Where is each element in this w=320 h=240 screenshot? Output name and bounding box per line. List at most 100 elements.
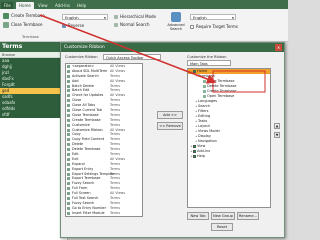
source-language-value: English <box>65 15 79 20</box>
command-label: Full Text Search <box>72 196 99 201</box>
command-icon <box>67 74 70 78</box>
command-icon <box>67 128 70 132</box>
termbase-group-label: Termbase <box>22 35 39 39</box>
command-icon <box>67 172 70 176</box>
tree-node-label: Navigation <box>198 139 217 143</box>
command-icon <box>67 104 70 108</box>
command-icon <box>67 143 70 147</box>
command-label: Full Form <box>72 186 88 191</box>
target-language-select[interactable]: English ▼ <box>190 14 236 20</box>
command-icon <box>203 84 206 88</box>
command-label: Check for Updates <box>72 93 104 98</box>
reverse-button[interactable]: Reverse <box>62 22 84 29</box>
reset-button[interactable]: Reset <box>211 223 233 231</box>
command-label: Delete Termbase <box>72 147 101 152</box>
command-label: Close Termbase <box>72 112 99 117</box>
normal-search-button[interactable]: Normal Search <box>114 21 150 28</box>
tabs-category-select[interactable]: Main Tabs <box>187 60 231 66</box>
tree-node-label: Delete Termbase <box>207 84 237 88</box>
tabs-category-value: Main Tabs <box>190 62 208 66</box>
ribbon: Create Termbase Close Termbase Termbase … <box>0 9 288 42</box>
command-label: Export Settings Template <box>72 171 115 176</box>
command-label: Batch Delete <box>72 83 94 88</box>
command-icon <box>67 138 70 142</box>
command-label: Create Termbase <box>72 117 101 122</box>
tab-home[interactable]: Home <box>16 2 34 9</box>
command-icon <box>67 187 70 191</box>
hierarchical-mode-button[interactable]: Hierarchical Mode <box>114 13 156 20</box>
ribbon-tree-node[interactable]: + Help <box>188 154 270 159</box>
close-termbase-button[interactable]: Close Termbase <box>3 21 42 28</box>
command-label: Close <box>72 98 82 103</box>
tab-visible-checkbox[interactable] <box>193 69 196 73</box>
advanced-search-label: Advanced Search <box>167 23 185 31</box>
tab-add-ins[interactable]: Add-Ins <box>52 2 73 9</box>
term-list-item[interactable]: sfdf <box>0 112 67 118</box>
commands-list[interactable]: <separator> All Views About SDL MultiTerm A… <box>65 63 143 217</box>
command-icon <box>67 206 70 210</box>
command-icon <box>203 79 206 83</box>
close-icon[interactable]: ✕ <box>275 44 282 51</box>
tab-view[interactable]: View <box>35 2 51 9</box>
remove-button[interactable]: << Remove <box>157 122 183 130</box>
command-icon <box>67 192 70 196</box>
command-icon <box>67 148 70 152</box>
command-icon <box>67 211 70 215</box>
command-icon <box>67 89 70 93</box>
tab-visible-checkbox[interactable] <box>193 149 196 153</box>
command-label: Copy <box>72 132 81 137</box>
source-language-select[interactable]: English ▼ <box>62 14 108 20</box>
command-group: Terms <box>110 210 120 215</box>
tree-node-label: Tasks <box>198 119 208 123</box>
ribbon-tree[interactable]: − Home −Termbase Close Termbase Delete Termb… <box>187 68 271 208</box>
tab-visible-checkbox[interactable] <box>193 144 196 148</box>
command-icon <box>67 65 70 68</box>
rename-button[interactable]: Rename... <box>237 212 259 220</box>
command-icon <box>67 94 70 98</box>
command-icon <box>67 84 70 88</box>
advanced-search-button[interactable]: Advanced Search <box>166 12 186 31</box>
new-tab-button[interactable]: New Tab <box>187 212 209 220</box>
new-group-button[interactable]: New Group <box>211 212 235 220</box>
reverse-label: Reverse <box>68 23 85 28</box>
command-label: Edit <box>72 152 79 157</box>
close-termbase-label: Close Termbase <box>11 22 43 27</box>
command-icon <box>67 79 70 83</box>
chevron-down-icon: ▼ <box>231 16 234 20</box>
command-label: Fuzzy Search <box>72 181 95 186</box>
move-down-button[interactable]: ▼ <box>274 132 280 138</box>
command-label: Export Termbase <box>72 176 101 181</box>
command-list-item[interactable]: Insert Filter Module Terms <box>66 211 142 216</box>
tree-node-label: Help <box>197 154 205 158</box>
command-icon <box>67 167 70 171</box>
command-icon <box>67 123 70 127</box>
command-label: Customize Ribbon <box>72 127 103 132</box>
tab-file[interactable]: File <box>1 2 13 9</box>
dialog-title: Customize Ribbon <box>64 45 105 50</box>
move-up-button[interactable]: ▲ <box>274 123 280 129</box>
tree-node-label: Languages <box>198 99 218 103</box>
terms-list: aaa dghjj jnzl dasFx Forgdt gsd sadfs sdaafx sdf… <box>0 58 67 118</box>
tree-node-label: Create Termbase <box>207 89 237 93</box>
add-button[interactable]: Add >> <box>157 111 183 119</box>
tab-visible-checkbox[interactable] <box>193 154 196 158</box>
command-label: Exit <box>72 156 79 161</box>
command-icon <box>203 94 206 98</box>
command-icon <box>203 89 206 93</box>
tree-node-label: Views Model <box>198 129 220 133</box>
tab-help[interactable]: Help <box>74 2 89 9</box>
tree-node-label: Termbase <box>198 74 215 78</box>
create-termbase-button[interactable]: Create Termbase <box>3 12 45 19</box>
command-icon <box>67 69 70 73</box>
create-termbase-label: Create Termbase <box>11 13 45 18</box>
command-icon <box>67 162 70 166</box>
require-target-terms-toggle[interactable]: Require Target Terms <box>190 23 238 30</box>
commands-category-select[interactable]: Quick Access Toolbar <box>103 54 161 60</box>
close-termbase-icon <box>3 21 9 28</box>
tree-node-label: View <box>197 144 206 148</box>
arrow-down-icon: ▼ <box>275 133 279 137</box>
advanced-search-icon <box>171 12 181 22</box>
command-icon <box>67 197 70 201</box>
command-icon <box>67 182 70 186</box>
customize-ribbon-dialog: Customize Ribbon ✕ Customize Ribbon Quic… <box>60 42 285 238</box>
